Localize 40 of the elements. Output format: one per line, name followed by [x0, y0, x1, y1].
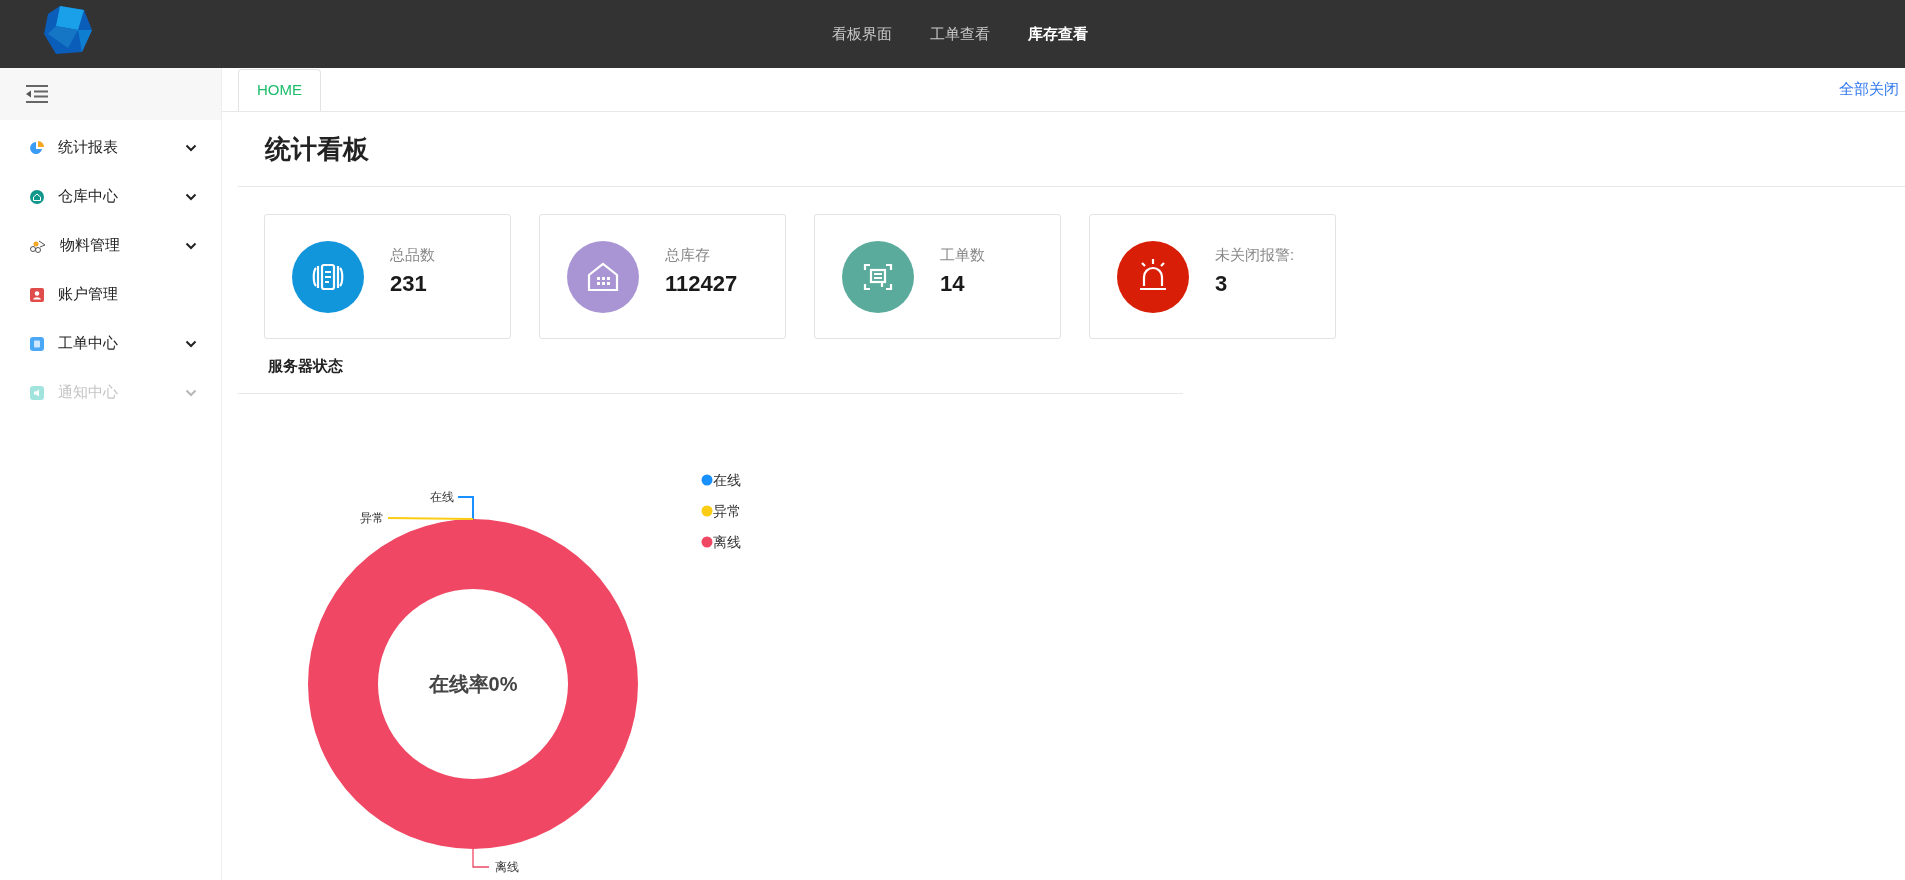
page-title: 统计看板: [265, 132, 369, 166]
house-icon: [30, 189, 44, 204]
nav-link[interactable]: 库存查看: [1027, 22, 1088, 46]
pie-chart-icon: [30, 140, 44, 155]
close-all-link[interactable]: 全部关闭: [1839, 77, 1899, 100]
legend-label[interactable]: 在线: [713, 472, 741, 488]
leader-line: [472, 848, 490, 868]
stat-label: 总品数: [390, 245, 435, 266]
chevron-down-icon: [185, 388, 197, 397]
nav-link[interactable]: 工单查看: [929, 22, 990, 46]
slice-label: 离线: [495, 860, 519, 874]
stat-label: 未关闭报警:: [1215, 245, 1295, 266]
chevron-down-icon: [185, 241, 197, 250]
chevron-down-icon: [185, 143, 197, 152]
chevron-down-icon: [185, 339, 197, 348]
speaker-icon: [30, 385, 44, 400]
sidebar-item[interactable]: 物料管理: [0, 221, 221, 270]
chevron-down-icon: [185, 192, 197, 201]
stat-label: 总库存: [665, 245, 711, 266]
nav-link[interactable]: 看板界面: [831, 22, 892, 46]
slice-label: 在线: [430, 490, 454, 504]
stat-label: 工单数: [940, 245, 985, 266]
section-title: 服务器状态: [268, 355, 343, 376]
sidebar-item[interactable]: 仓库中心: [0, 172, 221, 221]
stat-value: 231: [390, 272, 428, 295]
logo-icon: [42, 4, 94, 56]
user-card-icon: [30, 287, 44, 302]
logs-icon: [30, 238, 46, 253]
stat-value: 3: [1215, 272, 1229, 295]
stat-value: 14: [940, 272, 966, 295]
slice-label: 异常: [360, 511, 384, 525]
legend-label[interactable]: 离线: [713, 534, 741, 550]
sidebar-item[interactable]: 账户管理: [0, 270, 221, 319]
menu-collapse-icon[interactable]: [26, 85, 48, 103]
legend-label[interactable]: 异常: [713, 503, 741, 519]
sidebar-item[interactable]: 统计报表: [0, 123, 221, 172]
document-icon: [30, 336, 44, 351]
stat-value: 112427: [665, 272, 738, 295]
donut-center-label: 在线率0%: [428, 673, 518, 695]
sidebar-item[interactable]: 工单中心: [0, 319, 221, 368]
